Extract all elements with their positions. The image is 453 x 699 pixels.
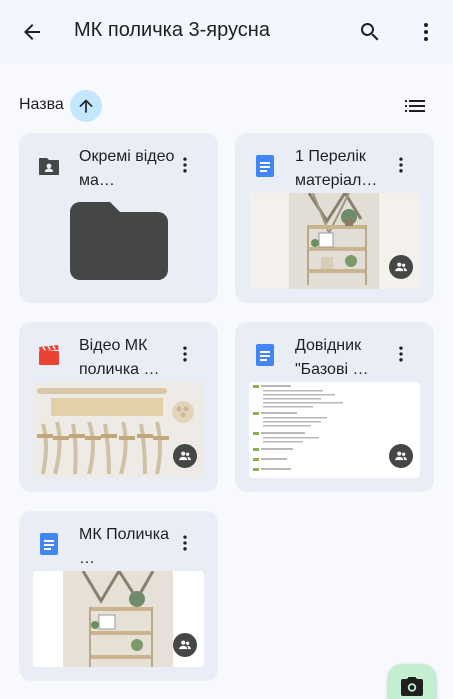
file-name: Окремі відео ма… bbox=[79, 148, 175, 189]
shared-people-icon bbox=[389, 444, 413, 468]
more-vert-icon[interactable] bbox=[408, 14, 444, 50]
shared-people-icon bbox=[389, 255, 413, 279]
file-thumbnail bbox=[249, 193, 420, 289]
page-title: МК поличка 3-ярусна bbox=[74, 19, 270, 41]
video-thumbnail bbox=[33, 382, 204, 478]
folder-icon bbox=[33, 193, 204, 289]
google-docs-icon bbox=[254, 344, 276, 366]
file-name: Відео МК поличка … bbox=[79, 337, 160, 378]
file-thumbnail bbox=[33, 571, 204, 667]
more-vert-icon[interactable] bbox=[171, 340, 199, 368]
file-card[interactable]: Довідник "Базові … bbox=[235, 322, 434, 492]
sort-bar: Назва bbox=[0, 86, 453, 126]
google-docs-icon bbox=[38, 533, 60, 555]
file-card[interactable]: Відео МК поличка … bbox=[19, 322, 218, 492]
more-vert-icon[interactable] bbox=[387, 151, 415, 179]
back-icon[interactable] bbox=[14, 16, 50, 48]
file-name: Довідник "Базові … bbox=[295, 337, 369, 378]
file-card[interactable]: МК Поличка … bbox=[19, 511, 218, 681]
more-vert-icon[interactable] bbox=[387, 340, 415, 368]
arrow-up-icon bbox=[79, 99, 93, 113]
google-docs-icon bbox=[254, 155, 276, 177]
shared-people-icon bbox=[173, 444, 197, 468]
camera-icon bbox=[401, 677, 423, 696]
more-vert-icon[interactable] bbox=[171, 529, 199, 557]
sort-direction-button[interactable] bbox=[70, 90, 102, 122]
video-clapperboard-icon bbox=[38, 344, 60, 366]
shared-folder-icon bbox=[38, 155, 60, 177]
file-card[interactable]: 1 Перелік матеріал… bbox=[235, 133, 434, 303]
more-vert-icon[interactable] bbox=[171, 151, 199, 179]
document-thumbnail bbox=[249, 382, 420, 478]
shared-people-icon bbox=[173, 633, 197, 657]
scan-camera-button[interactable] bbox=[388, 664, 436, 699]
top-app-bar: МК поличка 3-ярусна bbox=[0, 0, 453, 64]
sort-label[interactable]: Назва bbox=[19, 96, 64, 114]
file-name: 1 Перелік матеріал… bbox=[295, 148, 378, 189]
list-view-icon[interactable] bbox=[399, 92, 431, 120]
file-name: МК Поличка … bbox=[79, 526, 169, 567]
file-card[interactable]: Окремі відео ма… bbox=[19, 133, 218, 303]
search-icon[interactable] bbox=[352, 14, 388, 50]
